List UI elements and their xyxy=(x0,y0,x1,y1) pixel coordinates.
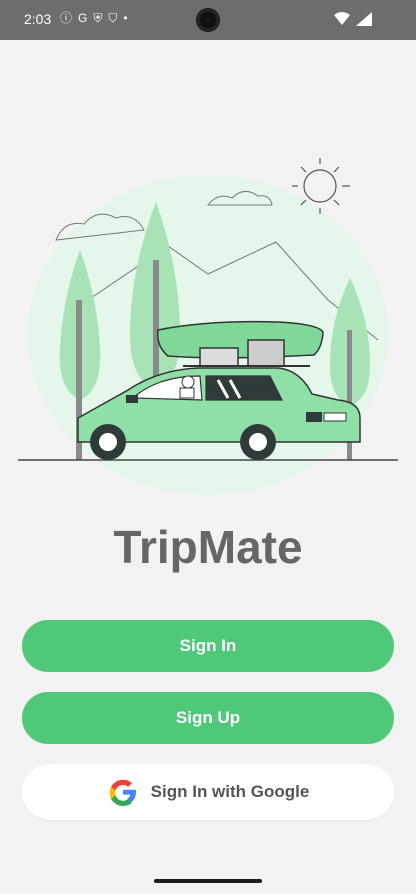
front-camera xyxy=(196,8,220,32)
google-logo-icon xyxy=(109,779,136,806)
app-screen: 2:03 ⓘ G ⛨ ⛉ • TripMate Sign In Sign Up … xyxy=(0,0,416,894)
sign-up-label: Sign Up xyxy=(175,708,241,727)
google-sign-in-button[interactable]: Sign In with Google xyxy=(22,764,394,820)
google-sign-in-label: Sign In with Google xyxy=(150,782,310,801)
system-icons xyxy=(334,12,372,26)
shield-icon: ⛨ xyxy=(93,11,103,25)
status-notification-icons: ⓘ G ⛨ ⛉ • xyxy=(60,10,128,26)
dot-icon: • xyxy=(123,11,128,25)
sign-in-label: Sign In xyxy=(179,636,237,655)
google-icon: G xyxy=(78,11,88,25)
home-indicator[interactable] xyxy=(154,879,262,883)
sign-in-button[interactable]: Sign In xyxy=(22,620,394,672)
wifi-icon xyxy=(334,12,350,25)
sign-up-button[interactable]: Sign Up xyxy=(22,692,394,744)
signal-icon xyxy=(356,12,372,26)
canoe xyxy=(156,320,324,359)
bolt-shield-icon: ⛉ xyxy=(108,11,118,25)
app-title: TripMate xyxy=(113,521,303,573)
info-icon: ⓘ xyxy=(60,11,73,25)
travel-car-illustration xyxy=(18,158,398,495)
status-bar: 2:03 ⓘ G ⛨ ⛉ • xyxy=(0,0,416,40)
status-time: 2:03 xyxy=(24,11,52,27)
